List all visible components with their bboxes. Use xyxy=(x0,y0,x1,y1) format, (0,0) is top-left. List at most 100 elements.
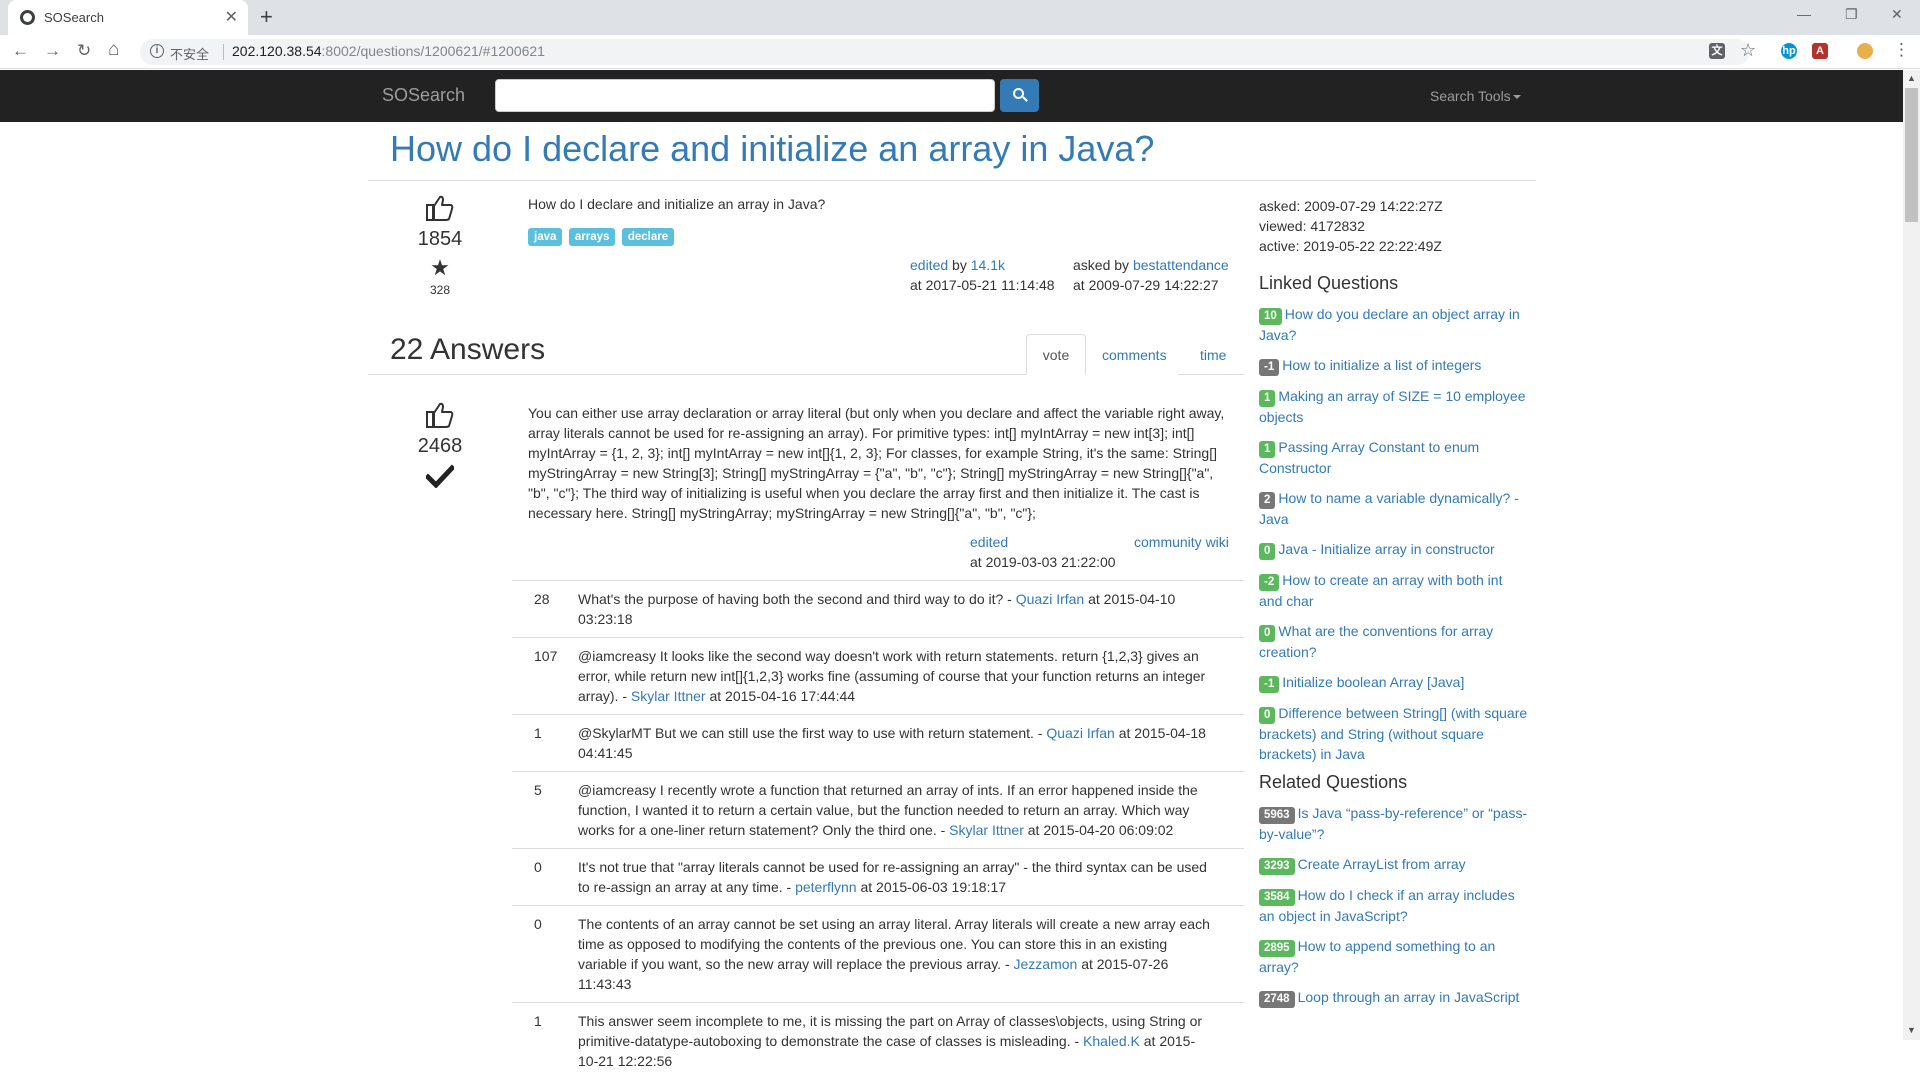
comment-text: What's the purpose of having both the se… xyxy=(578,589,1210,629)
info-icon[interactable]: i xyxy=(150,44,164,58)
sidebar-question-link[interactable]: Making an array of SIZE = 10 employee ob… xyxy=(1259,388,1525,425)
comment-score: 28 xyxy=(534,591,550,607)
comment-score: 1 xyxy=(534,1013,542,1029)
address-bar[interactable]: i 不安全 202.120.38.54:8002/questions/12006… xyxy=(140,39,1750,65)
sidebar-question-item: -1 How to initialize a list of integers xyxy=(1259,355,1529,376)
question-vote-count: 1854 xyxy=(417,228,463,250)
community-wiki-link[interactable]: community wiki xyxy=(1134,532,1229,552)
comment-score: 0 xyxy=(534,859,542,875)
tab-title: SOSearch xyxy=(44,10,104,25)
answer-vote-count: 2468 xyxy=(417,435,463,457)
sort-tab-time[interactable]: time xyxy=(1200,347,1226,363)
comment-timestamp: at 2015-04-20 06:09:02 xyxy=(1027,822,1174,838)
sort-tab-comments[interactable]: comments xyxy=(1102,347,1167,363)
sidebar-question-link[interactable]: What are the conventions for array creat… xyxy=(1259,623,1493,660)
sidebar-question-link[interactable]: Initialize boolean Array [Java] xyxy=(1282,674,1464,690)
score-badge: 5963 xyxy=(1259,807,1295,824)
tab-close-icon[interactable]: ✕ xyxy=(225,7,238,27)
comment-user-link[interactable]: Skylar Ittner xyxy=(949,822,1024,838)
sidebar-question-link[interactable]: Passing Array Constant to enum Construct… xyxy=(1259,439,1479,476)
tag[interactable]: java xyxy=(528,228,563,246)
page-scrollbar[interactable]: ▲ ▼ xyxy=(1903,70,1920,1040)
sidebar-question-link[interactable]: Create ArrayList from array xyxy=(1298,856,1466,872)
comment-user-link[interactable]: Jezzamon xyxy=(1014,956,1078,972)
thumbs-up-icon[interactable] xyxy=(425,194,455,222)
editor-user-link[interactable]: 14.1k xyxy=(971,257,1005,273)
hp-extension-icon[interactable]: hp xyxy=(1781,43,1797,59)
comment-user-link[interactable]: Skylar Ittner xyxy=(631,688,706,704)
comment-user-link[interactable]: Khaled.K xyxy=(1083,1033,1140,1049)
sidebar-question-item: -1 Initialize boolean Array [Java] xyxy=(1259,672,1529,693)
tag[interactable]: arrays xyxy=(568,228,616,246)
comment-row: 28 What's the purpose of having both the… xyxy=(512,580,1244,637)
answer-vote-panel: 2468 xyxy=(390,401,490,488)
forward-button[interactable]: → xyxy=(44,41,61,61)
back-button[interactable]: ← xyxy=(12,41,29,61)
sort-tab-vote[interactable]: vote xyxy=(1026,334,1086,375)
page-title[interactable]: How do I declare and initialize an array… xyxy=(390,128,1154,170)
sidebar-question-link[interactable]: How to name a variable dynamically? - Ja… xyxy=(1259,490,1519,527)
home-button[interactable]: ⌂ xyxy=(108,39,119,61)
scroll-down-icon[interactable]: ▼ xyxy=(1907,1025,1916,1035)
sidebar-question-link[interactable]: How to create an array with both int and… xyxy=(1259,572,1502,609)
sidebar-question-item: 5963 Is Java “pass-by-reference” or “pass… xyxy=(1259,803,1529,844)
browser-tab[interactable]: SOSearch ✕ xyxy=(8,0,248,35)
sidebar-question-link[interactable]: Loop through an array in JavaScript xyxy=(1298,989,1520,1005)
sidebar-question-item: 10 How do you declare an object array in … xyxy=(1259,304,1529,345)
search-button[interactable] xyxy=(1000,79,1039,112)
comment-score: 1 xyxy=(534,725,542,741)
answers-divider xyxy=(368,374,1026,375)
question-body: How do I declare and initialize an array… xyxy=(528,196,826,212)
sidebar-question-link[interactable]: Is Java “pass-by-reference” or “pass-by-… xyxy=(1259,805,1527,842)
maximize-button[interactable]: ❐ xyxy=(1845,6,1858,23)
score-badge: 2 xyxy=(1259,492,1276,509)
edited-link[interactable]: edited xyxy=(970,534,1008,550)
sidebar-question-item: 0 Java - Initialize array in constructor xyxy=(1259,539,1529,560)
pdf-extension-icon[interactable]: A xyxy=(1812,43,1828,59)
sidebar-question-link[interactable]: How do you declare an object array in Ja… xyxy=(1259,306,1520,343)
minimize-button[interactable]: — xyxy=(1797,6,1811,22)
comment-user-link[interactable]: Quazi Irfan xyxy=(1046,725,1114,741)
comment-body: @SkylarMT But we can still use the first… xyxy=(578,725,1043,741)
score-badge: -1 xyxy=(1259,676,1280,693)
sidebar-question-link[interactable]: How do I check if an array includes an o… xyxy=(1259,887,1515,924)
comment-user-link[interactable]: peterflynn xyxy=(795,879,856,895)
search-tools-dropdown[interactable]: Search Tools xyxy=(1430,88,1521,104)
bookmark-star-icon[interactable]: ☆ xyxy=(1740,40,1756,61)
search-input[interactable] xyxy=(495,79,995,112)
profile-avatar-icon[interactable] xyxy=(1857,43,1873,59)
comment-text: @SkylarMT But we can still use the first… xyxy=(578,723,1210,763)
comment-row: 1 This answer seem incomplete to me, it … xyxy=(512,1002,1244,1079)
sidebar-question-item: 3293 Create ArrayList from array xyxy=(1259,854,1529,875)
scroll-up-icon[interactable]: ▲ xyxy=(1907,73,1916,83)
url-path: :8002/questions/1200621/#1200621 xyxy=(321,43,545,59)
sidebar-question-link[interactable]: Java - Initialize array in constructor xyxy=(1278,541,1494,557)
question-vote-panel: 1854 ★ 328 xyxy=(390,194,490,297)
asked-timestamp: at 2009-07-29 14:22:27 xyxy=(1073,277,1219,293)
url-text[interactable]: 202.120.38.54:8002/questions/1200621/#12… xyxy=(232,43,545,59)
site-brand[interactable]: SOSearch xyxy=(382,85,465,106)
url-host: 202.120.38.54 xyxy=(232,43,322,59)
sidebar-question-link[interactable]: Difference between String[] (with square… xyxy=(1259,705,1527,762)
sidebar-question-link[interactable]: How to initialize a list of integers xyxy=(1282,357,1481,373)
edited-link[interactable]: edited xyxy=(910,257,948,273)
thumbs-up-icon[interactable] xyxy=(425,401,455,429)
favorite-star-icon[interactable]: ★ xyxy=(390,255,490,281)
comment-body: What's the purpose of having both the se… xyxy=(578,591,1012,607)
linked-questions-heading: Linked Questions xyxy=(1259,273,1399,293)
globe-icon xyxy=(20,10,35,25)
asked-date: asked: 2009-07-29 14:22:27Z xyxy=(1259,198,1443,214)
tag[interactable]: declare xyxy=(621,228,675,246)
edited-timestamp: at 2019-03-03 21:22:00 xyxy=(970,554,1116,570)
asker-user-link[interactable]: bestattendance xyxy=(1133,257,1229,273)
translate-icon[interactable]: 文 xyxy=(1709,43,1725,59)
asked-by-label: asked by xyxy=(1073,257,1130,273)
close-window-button[interactable]: ✕ xyxy=(1891,6,1903,23)
scrollbar-thumb[interactable] xyxy=(1905,88,1918,222)
accepted-check-icon xyxy=(426,464,454,488)
browser-menu-icon[interactable]: ⋮ xyxy=(1893,40,1910,60)
comment-user-link[interactable]: Quazi Irfan xyxy=(1016,591,1084,607)
comment-text: The contents of an array cannot be set u… xyxy=(578,914,1210,994)
new-tab-button[interactable]: + xyxy=(260,4,273,30)
reload-button[interactable]: ↻ xyxy=(77,41,91,61)
